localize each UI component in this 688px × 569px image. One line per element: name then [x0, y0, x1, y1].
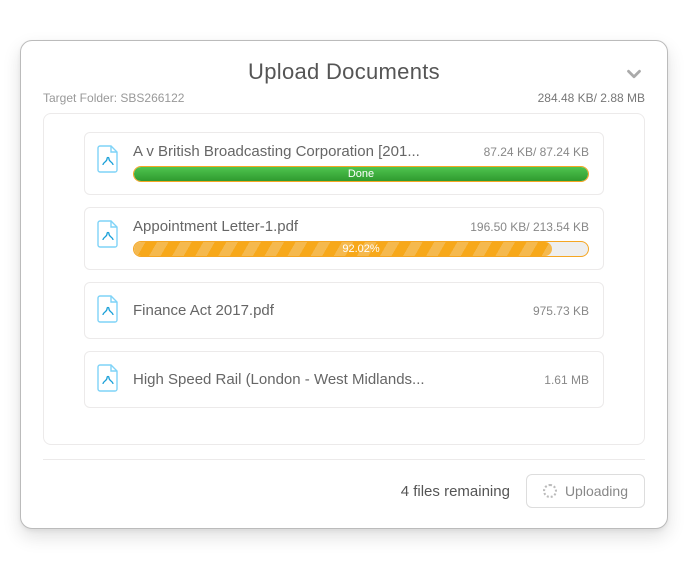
file-size: 196.50 KB/ 213.54 KB [470, 220, 589, 234]
target-folder-label: Target Folder: [43, 91, 117, 105]
file-size: 87.24 KB/ 87.24 KB [484, 145, 589, 159]
file-name: Finance Act 2017.pdf [133, 302, 521, 319]
progress-label: 92.02% [134, 242, 588, 256]
file-row: Appointment Letter-1.pdf 196.50 KB/ 213.… [84, 207, 604, 270]
file-row: High Speed Rail (London - West Midlands.… [84, 351, 604, 408]
progress-bar: Done [133, 166, 589, 182]
file-name: A v British Broadcasting Corporation [20… [133, 143, 472, 160]
file-name: Appointment Letter-1.pdf [133, 218, 458, 235]
file-row: Finance Act 2017.pdf 975.73 KB [84, 282, 604, 339]
footer: 4 files remaining Uploading [43, 459, 645, 508]
collapse-chevron-icon[interactable] [623, 63, 645, 90]
progress-label: Done [134, 167, 588, 181]
upload-panel: Upload Documents Target Folder: SBS26612… [20, 40, 668, 529]
uploading-button-label: Uploading [565, 483, 628, 499]
spinner-icon [543, 484, 557, 498]
overall-progress-size: 284.48 KB/ 2.88 MB [538, 91, 645, 105]
target-folder-value: SBS266122 [120, 91, 184, 105]
pdf-file-icon [97, 220, 119, 253]
files-remaining: 4 files remaining [401, 483, 510, 500]
file-list: A v British Broadcasting Corporation [20… [43, 113, 645, 445]
target-folder: Target Folder: SBS266122 [43, 91, 184, 105]
file-size: 975.73 KB [533, 304, 589, 318]
file-name: High Speed Rail (London - West Midlands.… [133, 371, 532, 388]
page-title: Upload Documents [248, 59, 440, 85]
progress-bar: 92.02% [133, 241, 589, 257]
pdf-file-icon [97, 364, 119, 397]
header: Upload Documents [43, 59, 645, 85]
pdf-file-icon [97, 145, 119, 178]
meta-row: Target Folder: SBS266122 284.48 KB/ 2.88… [43, 91, 645, 105]
uploading-button[interactable]: Uploading [526, 474, 645, 508]
file-size: 1.61 MB [544, 373, 589, 387]
file-row: A v British Broadcasting Corporation [20… [84, 132, 604, 195]
pdf-file-icon [97, 295, 119, 328]
